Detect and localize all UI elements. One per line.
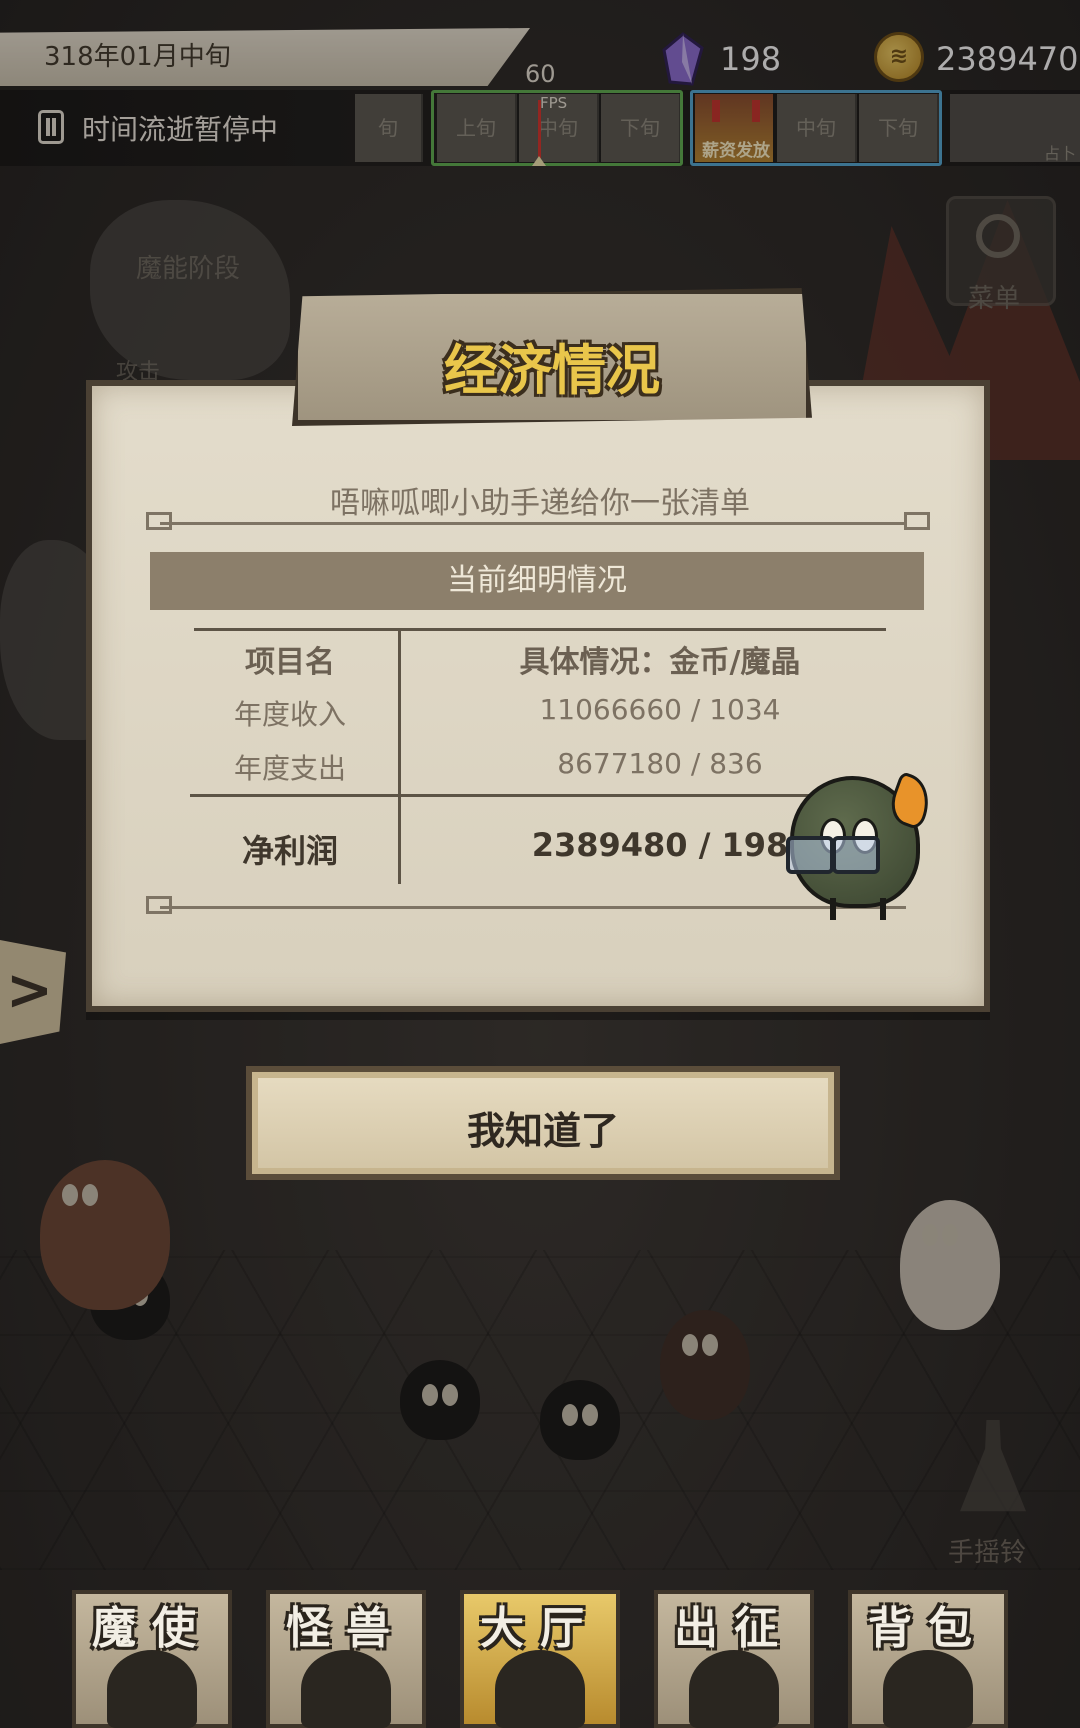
backpack-icon [883, 1650, 973, 1728]
ornament-divider [160, 522, 906, 525]
table-top-line [194, 628, 886, 631]
net-profit-label: 净利润 [241, 832, 338, 870]
table-total-line [190, 794, 830, 797]
ornament-divider [160, 906, 906, 909]
table-header-name: 项目名 [245, 645, 335, 680]
table-row-value: 8677180 / 836 [557, 747, 763, 780]
ornament-scroll-icon [146, 896, 172, 914]
table-row-name: 年度收入 [233, 698, 346, 731]
section-title-bar: 当前细明情况 [150, 552, 924, 610]
hall-icon [495, 1650, 585, 1728]
nav-tab-label: 怪兽 [286, 1603, 406, 1654]
glasses-icon [786, 836, 834, 874]
dialog-title: 经济情况 [444, 339, 660, 402]
table-header-detail: 具体情况：金币/魔晶 [519, 645, 801, 680]
table-row-value: 11066660 / 1034 [539, 693, 781, 726]
nav-tab-label: 背包 [868, 1603, 988, 1654]
nav-tab-label: 魔使 [92, 1603, 212, 1654]
ornament-scroll-icon [146, 512, 172, 530]
table-column-divider [398, 628, 401, 884]
dialog-subtitle: 唔嘛呱唧小助手递给你一张清单 [330, 486, 750, 521]
ornament-scroll-icon [904, 512, 930, 530]
glasses-icon [832, 836, 880, 874]
monster-icon [301, 1650, 391, 1728]
envoy-icon [107, 1650, 197, 1728]
nav-tab-label: 大厅 [480, 1603, 600, 1654]
acknowledge-button-label[interactable]: 我知道了 [246, 1100, 840, 1155]
table-row-name: 年度支出 [233, 752, 346, 785]
mascot-leg [880, 898, 886, 920]
mascot-leg [830, 898, 836, 920]
nav-tab-label: 出征 [674, 1603, 794, 1654]
expedition-icon [689, 1650, 779, 1728]
